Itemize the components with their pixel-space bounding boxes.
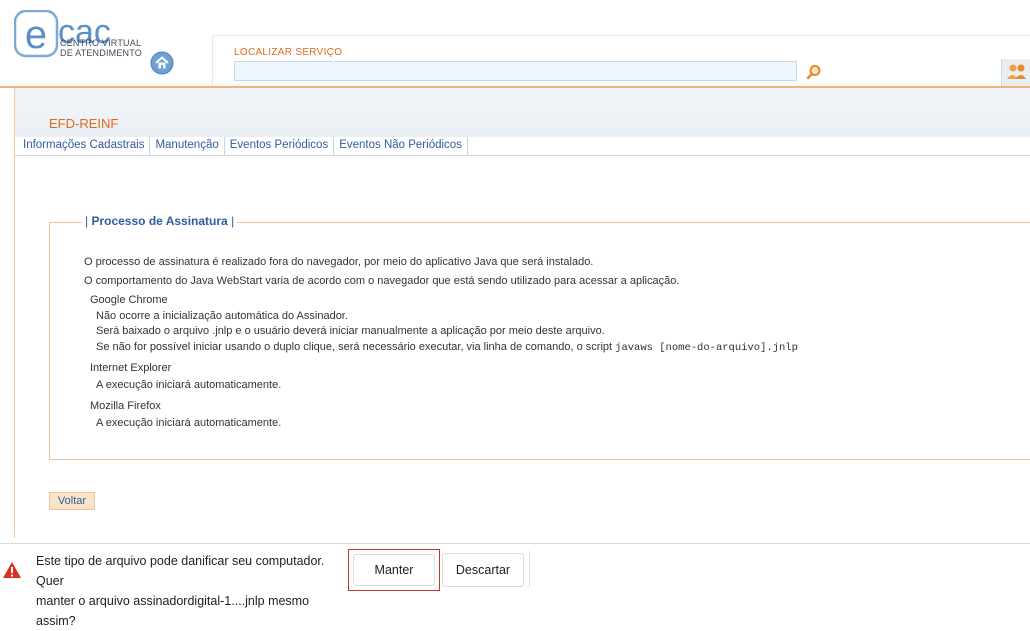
browser-chrome-heading: Google Chrome [90,294,168,306]
tab-bar: Informações Cadastrais Manutenção Evento… [15,137,1030,156]
header: e cac CENTRO VIRTUAL DE ATENDIMENTO LOCA… [0,0,1030,88]
discard-button[interactable]: Descartar [442,553,524,587]
page-title: EFD-REINF [49,116,119,131]
keep-button[interactable]: Manter [353,554,435,586]
tab-informacoes-cadastrais[interactable]: Informações Cadastrais [15,137,151,155]
ie-detail-1: A execução iniciará automaticamente. [96,379,282,391]
chrome-detail-3: Se não for possível iniciar usando o dup… [96,341,798,354]
chrome-detail-2: Será baixado o arquivo .jnlp e o usuário… [96,325,605,337]
download-warning-line2: manter o arquivo assinadordigital-1....j… [36,594,310,628]
warning-triangle-icon [2,561,22,579]
search-input[interactable] [234,61,797,81]
download-bar: Este tipo de arquivo pode danificar seu … [0,543,1030,628]
search-label: LOCALIZAR SERVIÇO [234,47,343,58]
svg-text:e: e [25,13,47,57]
search-panel: LOCALIZAR SERVIÇO [212,35,1030,87]
tab-eventos-periodicos[interactable]: Eventos Periódicos [225,137,335,155]
tab-eventos-nao-periodicos[interactable]: Eventos Não Periódicos [334,137,468,155]
people-icon[interactable] [1001,59,1030,87]
title-band [15,88,1030,138]
magnifier-icon[interactable] [806,64,822,80]
legend-title: Processo de Assinatura [91,214,228,228]
browser-ie-heading: Internet Explorer [90,362,172,374]
logo-subtitle-line1: CENTRO VIRTUAL [60,38,142,48]
javaws-command: javaws [nome-do-arquivo].jnlp [615,342,798,354]
logo-subtitle-line2: DE ATENDIMENTO [60,48,142,58]
keep-button-highlight: Manter [348,549,440,591]
download-bar-separator [529,551,530,587]
chrome-detail-3-text: Se não for possível iniciar usando o dup… [96,341,616,353]
download-warning-line1: Este tipo de arquivo pode danificar seu … [36,554,325,588]
legend-suffix: | [227,214,235,228]
home-icon[interactable] [150,51,174,75]
logo-subtitle: CENTRO VIRTUAL DE ATENDIMENTO [60,38,142,58]
browser-firefox-heading: Mozilla Firefox [90,400,161,412]
intro-paragraph-2: O comportamento do Java WebStart varia d… [84,275,680,287]
back-button[interactable]: Voltar [49,492,95,510]
tab-manutencao[interactable]: Manutenção [150,137,225,155]
chrome-detail-1: Não ocorre a inicialização automática do… [96,310,348,322]
firefox-detail-1: A execução iniciará automaticamente. [96,417,282,429]
section-legend: | Processo de Assinatura | [82,214,238,228]
download-warning-message: Este tipo de arquivo pode danificar seu … [36,551,346,631]
intro-paragraph-1: O processo de assinatura é realizado for… [84,256,594,268]
